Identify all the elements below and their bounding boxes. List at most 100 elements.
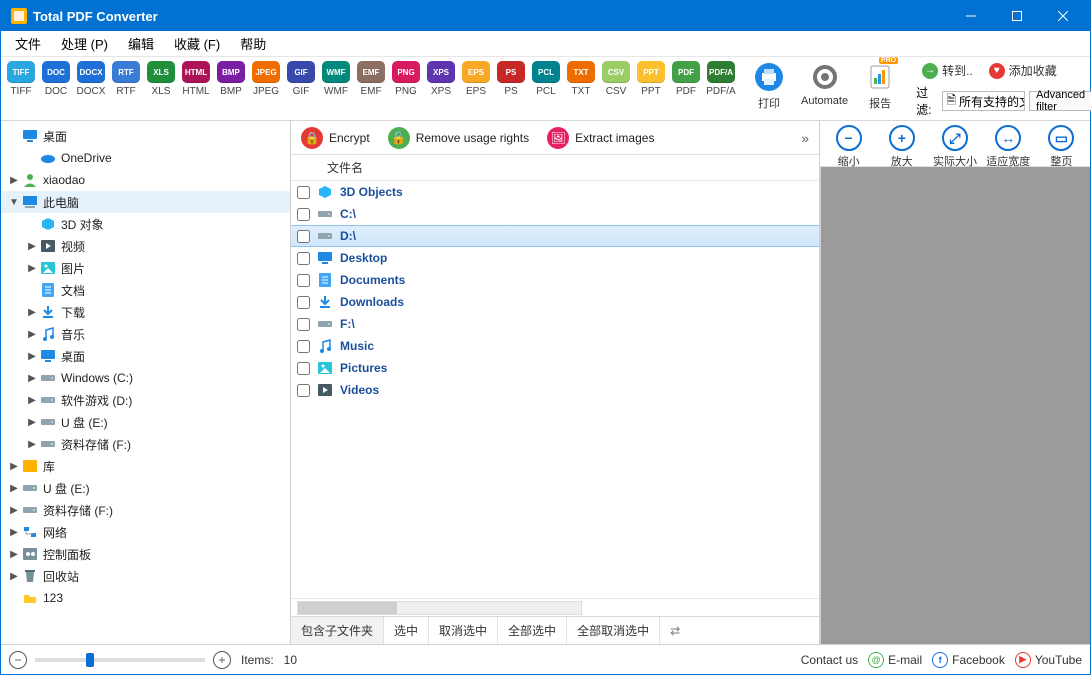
tree-node[interactable]: ▶资料存储 (F:) [1,433,290,455]
tree-node[interactable]: ▶视频 [1,235,290,257]
format-pdf[interactable]: PDFPDF [670,61,702,97]
selbar-3[interactable]: 全部选中 [498,617,567,644]
disclosure-icon[interactable]: ▼ [7,197,21,208]
tree-node[interactable]: ▶桌面 [1,345,290,367]
row-checkbox[interactable] [297,362,310,375]
format-tiff[interactable]: TIFFTIFF [5,61,37,97]
preview-actual[interactable]: ⤢实际大小 [932,125,977,169]
file-row[interactable]: Videos [291,379,819,401]
disclosure-icon[interactable]: ▶ [7,461,21,472]
tree-node[interactable]: ▶U 盘 (E:) [1,477,290,499]
disclosure-icon[interactable]: ▶ [7,571,21,582]
disclosure-icon[interactable]: ▶ [7,483,21,494]
format-wmf[interactable]: WMFWMF [320,61,352,97]
format-gif[interactable]: GIFGIF [285,61,317,97]
format-rtf[interactable]: RTFRTF [110,61,142,97]
tree-node[interactable]: ▶软件游戏 (D:) [1,389,290,411]
zoom-slider[interactable] [35,658,205,662]
horizontal-scrollbar[interactable] [291,598,819,616]
encrypt-button[interactable]: 🔒Encrypt [297,125,374,151]
disclosure-icon[interactable]: ▶ [25,439,39,450]
tree-node[interactable]: ▶下载 [1,301,290,323]
preview-fitw[interactable]: ↔适应宽度 [986,125,1031,169]
format-csv[interactable]: CSVCSV [600,61,632,97]
format-html[interactable]: HTMLHTML [180,61,212,97]
format-bmp[interactable]: BMPBMP [215,61,247,97]
tree-node[interactable]: ▶音乐 [1,323,290,345]
tree-node[interactable]: 桌面 [1,125,290,147]
file-row[interactable]: D:\ [291,225,819,247]
format-pdf-a[interactable]: PDF/APDF/A [705,61,737,97]
disclosure-icon[interactable]: ▶ [7,549,21,560]
disclosure-icon[interactable]: ▶ [7,175,21,186]
row-checkbox[interactable] [297,340,310,353]
preview-zoomin[interactable]: +放大 [879,125,924,169]
tree-node[interactable]: 123 [1,587,290,609]
tree-node[interactable]: 3D 对象 [1,213,290,235]
tree-node[interactable]: ▶图片 [1,257,290,279]
format-emf[interactable]: EMFEMF [355,61,387,97]
youtube-link[interactable]: ▶YouTube [1015,652,1082,668]
menu-文件[interactable]: 文件 [7,32,49,55]
row-checkbox[interactable] [297,274,310,287]
format-png[interactable]: PNGPNG [390,61,422,97]
contact-us-link[interactable]: Contact us [801,653,858,667]
format-docx[interactable]: DOCXDOCX [75,61,107,97]
disclosure-icon[interactable]: ▶ [25,351,39,362]
format-xls[interactable]: XLSXLS [145,61,177,97]
remove-rights-button[interactable]: 🔓Remove usage rights [384,125,533,151]
file-row[interactable]: Downloads [291,291,819,313]
file-row[interactable]: Desktop [291,247,819,269]
zoom-in-button[interactable]: + [213,651,231,669]
tree-node[interactable]: ▶U 盘 (E:) [1,411,290,433]
more-actions-button[interactable]: » [797,130,813,146]
folder-tree[interactable]: 桌面OneDrive▶xiaodao▼此电脑3D 对象▶视频▶图片文档▶下载▶音… [1,121,291,644]
format-pcl[interactable]: PCLPCL [530,61,562,97]
selbar-2[interactable]: 取消选中 [429,617,498,644]
row-checkbox[interactable] [297,252,310,265]
format-txt[interactable]: TXTTXT [565,61,597,97]
email-link[interactable]: @E-mail [868,652,922,668]
disclosure-icon[interactable]: ▶ [7,527,21,538]
disclosure-icon[interactable]: ▶ [25,373,39,384]
menu-编辑[interactable]: 编辑 [120,32,162,55]
selbar-more[interactable]: ⇄ [660,617,690,644]
file-list[interactable]: 3D ObjectsC:\D:\DesktopDocumentsDownload… [291,181,819,598]
format-ppt[interactable]: PPTPPT [635,61,667,97]
maximize-button[interactable] [994,1,1040,31]
disclosure-icon[interactable]: ▶ [25,263,39,274]
row-checkbox[interactable] [297,208,310,221]
format-ps[interactable]: PSPS [495,61,527,97]
row-checkbox[interactable] [297,230,310,243]
row-checkbox[interactable] [297,296,310,309]
selbar-0[interactable]: 包含子文件夹 [291,617,384,644]
menu-收藏 (F)[interactable]: 收藏 (F) [166,32,228,55]
selbar-4[interactable]: 全部取消选中 [567,617,660,644]
zoom-out-button[interactable]: − [9,651,27,669]
row-checkbox[interactable] [297,318,310,331]
format-xps[interactable]: XPSXPS [425,61,457,97]
tree-node[interactable]: ▶资料存储 (F:) [1,499,290,521]
tree-node[interactable]: ▶库 [1,455,290,477]
minimize-button[interactable] [948,1,994,31]
goto-button[interactable]: →转到.. [916,61,979,80]
file-row[interactable]: Music [291,335,819,357]
tree-node[interactable]: ▶回收站 [1,565,290,587]
disclosure-icon[interactable]: ▶ [25,329,39,340]
automate-button[interactable]: Automate [801,61,848,107]
row-checkbox[interactable] [297,384,310,397]
tree-node[interactable]: OneDrive [1,147,290,169]
facebook-link[interactable]: fFacebook [932,652,1005,668]
file-row[interactable]: 3D Objects [291,181,819,203]
tree-node[interactable]: ▼此电脑 [1,191,290,213]
tree-node[interactable]: ▶网络 [1,521,290,543]
tree-node[interactable]: ▶控制面板 [1,543,290,565]
tree-node[interactable]: ▶xiaodao [1,169,290,191]
format-doc[interactable]: DOCDOC [40,61,72,97]
add-favorite-button[interactable]: ♥添加收藏 [983,61,1063,80]
extract-images-button[interactable]: 🖼Extract images [543,125,658,151]
menu-帮助[interactable]: 帮助 [232,32,274,55]
file-row[interactable]: Documents [291,269,819,291]
preview-fitp[interactable]: ▭整页 [1039,125,1084,169]
report-button[interactable]: 报告 [864,61,896,111]
